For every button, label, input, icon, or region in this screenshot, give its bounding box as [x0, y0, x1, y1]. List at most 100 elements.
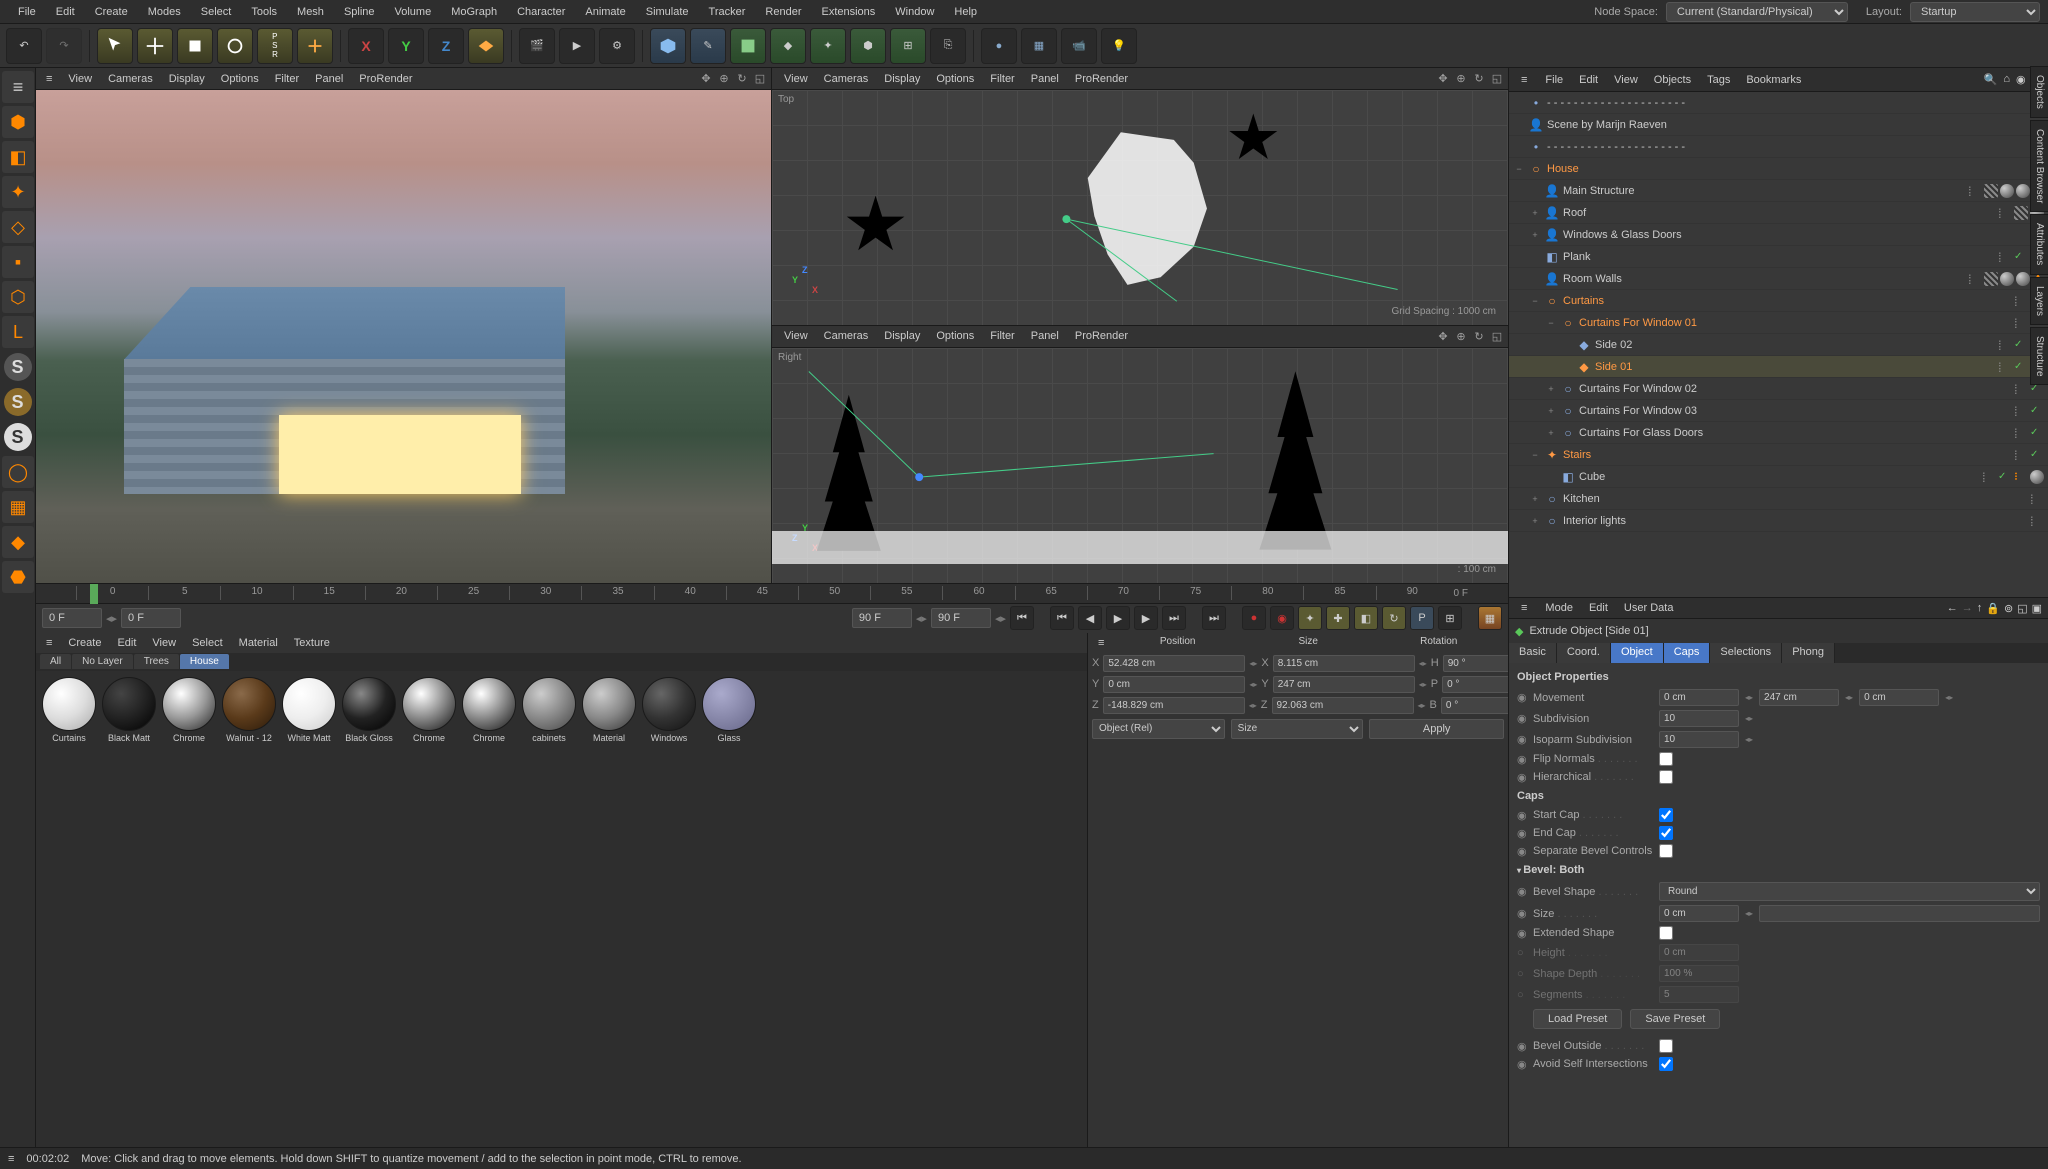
- sky-button[interactable]: 💡: [1101, 28, 1137, 64]
- obj-menu-file[interactable]: File: [1537, 71, 1571, 89]
- tree-row[interactable]: ◧Plank⁞: [1509, 246, 2048, 268]
- edge-mode-button[interactable]: ⬡: [2, 281, 34, 313]
- vp-menu-cameras[interactable]: Cameras: [816, 327, 877, 345]
- move-tool[interactable]: [137, 28, 173, 64]
- key-pla-button[interactable]: ⊞: [1438, 606, 1462, 630]
- vp-menu-display[interactable]: Display: [161, 70, 213, 88]
- menu-file[interactable]: File: [8, 2, 46, 22]
- mat-menu-select[interactable]: Select: [184, 635, 231, 651]
- side-tab-structure[interactable]: Structure: [2030, 327, 2048, 386]
- hamburger-icon[interactable]: ≡: [1515, 599, 1533, 617]
- menu-mograph[interactable]: MoGraph: [441, 2, 507, 22]
- obj-menu-bookmarks[interactable]: Bookmarks: [1738, 71, 1809, 89]
- snap-toggle-button[interactable]: ⬣: [2, 561, 34, 593]
- scale-tool[interactable]: [177, 28, 213, 64]
- node-space-select[interactable]: Current (Standard/Physical): [1666, 2, 1848, 22]
- tree-row[interactable]: ◧Cube⁞: [1509, 466, 2048, 488]
- mat-tab-trees[interactable]: Trees: [134, 654, 179, 669]
- tag-chk[interactable]: [2014, 206, 2028, 220]
- coord-space-select[interactable]: Object (Rel): [1092, 719, 1225, 739]
- tree-toggle[interactable]: −: [1529, 296, 1541, 306]
- hamburger-icon[interactable]: ≡: [8, 1153, 14, 1165]
- tag-chk[interactable]: [1984, 272, 1998, 286]
- timeline-ruler[interactable]: 051015202530354045505560657075808590 0 F: [36, 583, 1508, 603]
- vp-menu-view[interactable]: View: [776, 327, 816, 345]
- vp-maximize-icon[interactable]: ◱: [1490, 72, 1504, 86]
- render-view-button[interactable]: 🎬: [519, 28, 555, 64]
- tree-toggle[interactable]: −: [1545, 318, 1557, 328]
- obj-menu-view[interactable]: View: [1606, 71, 1646, 89]
- vp-menu-cameras[interactable]: Cameras: [100, 70, 161, 88]
- coord-size-Z[interactable]: [1272, 697, 1414, 714]
- tree-row[interactable]: 👤Room Walls⁞: [1509, 268, 2048, 290]
- menu-tracker[interactable]: Tracker: [699, 2, 756, 22]
- vp-menu-filter[interactable]: Filter: [267, 70, 307, 88]
- bevel-outside-checkbox[interactable]: [1659, 1039, 1673, 1053]
- tag-dot-green[interactable]: [2030, 426, 2044, 440]
- vp-menu-panel[interactable]: Panel: [1023, 327, 1067, 345]
- tree-row[interactable]: ◆Side 01⁞: [1509, 356, 2048, 378]
- tag-sphere[interactable]: [2016, 272, 2030, 286]
- key-rot-button[interactable]: ↻: [1382, 606, 1406, 630]
- spline-pen-button[interactable]: ✎: [690, 28, 726, 64]
- vp-maximize-icon[interactable]: ◱: [1490, 329, 1504, 343]
- tree-row[interactable]: +👤Roof⁞: [1509, 202, 2048, 224]
- goto-end-button[interactable]: ⏭: [1202, 606, 1226, 630]
- tree-toggle[interactable]: −: [1529, 450, 1541, 460]
- undo-button[interactable]: ↶: [6, 28, 42, 64]
- tree-toggle[interactable]: +: [1529, 230, 1541, 240]
- link-icon[interactable]: ⊚: [2004, 602, 2013, 615]
- frame-end2-input[interactable]: [931, 608, 991, 628]
- select-tool[interactable]: [97, 28, 133, 64]
- tree-row[interactable]: +👤Windows & Glass Doors⁞: [1509, 224, 2048, 246]
- axis-z-button[interactable]: Z: [428, 28, 464, 64]
- attr-menu-user-data[interactable]: User Data: [1616, 599, 1682, 617]
- instance-button[interactable]: ⎘: [930, 28, 966, 64]
- back-icon[interactable]: ←: [1947, 602, 1958, 614]
- menu-tools[interactable]: Tools: [241, 2, 287, 22]
- viewport-solo-button[interactable]: ▦: [2, 491, 34, 523]
- tag-vis[interactable]: ⁞: [1998, 206, 2012, 220]
- floor-button[interactable]: ▦: [1021, 28, 1057, 64]
- tag-vis[interactable]: ⁞: [1968, 184, 1982, 198]
- vp-rotate-icon[interactable]: ↻: [1472, 329, 1486, 343]
- vp-zoom-icon[interactable]: ⊕: [717, 72, 731, 86]
- tag-vis[interactable]: ⁞: [1998, 250, 2012, 264]
- menu-modes[interactable]: Modes: [138, 2, 191, 22]
- attr-tab-phong[interactable]: Phong: [1782, 643, 1835, 663]
- frame-end-input[interactable]: [852, 608, 912, 628]
- tag-vis[interactable]: ⁞: [1968, 272, 1982, 286]
- hamburger-icon[interactable]: ≡: [1515, 71, 1533, 89]
- tree-toggle[interactable]: +: [1545, 406, 1557, 416]
- section-bevel-both[interactable]: Bevel: Both: [1517, 860, 2040, 880]
- tag-dot-green[interactable]: [2030, 448, 2044, 462]
- tag-vis[interactable]: ⁞: [2014, 316, 2028, 330]
- movement-x-input[interactable]: [1659, 689, 1739, 706]
- hamburger-icon[interactable]: ≡: [2, 71, 34, 103]
- vp-menu-view[interactable]: View: [776, 70, 816, 88]
- key-scale-button[interactable]: ◧: [1354, 606, 1378, 630]
- mat-menu-create[interactable]: Create: [60, 635, 109, 651]
- timeline-dope-button[interactable]: ▦: [1478, 606, 1502, 630]
- rotate-tool[interactable]: [217, 28, 253, 64]
- menu-volume[interactable]: Volume: [385, 2, 442, 22]
- tree-row[interactable]: 👤Main Structure⁞: [1509, 180, 2048, 202]
- attr-tab-selections[interactable]: Selections: [1710, 643, 1782, 663]
- tree-row[interactable]: +○Curtains For Window 02⁞: [1509, 378, 2048, 400]
- tree-row[interactable]: −○Curtains For Window 01⁞: [1509, 312, 2048, 334]
- mat-menu-view[interactable]: View: [144, 635, 184, 651]
- tag-dot-green[interactable]: [1998, 470, 2012, 484]
- keyframe-sel-button[interactable]: ✦: [1298, 606, 1322, 630]
- vp-move-icon[interactable]: ✥: [1436, 329, 1450, 343]
- axis-y-button[interactable]: Y: [388, 28, 424, 64]
- material-item[interactable]: Chrome: [162, 677, 216, 1142]
- fwd-icon[interactable]: →: [1962, 602, 1973, 614]
- tag-vis[interactable]: ⁞: [2030, 514, 2044, 528]
- obj-menu-objects[interactable]: Objects: [1646, 71, 1699, 89]
- tree-row[interactable]: 👤Scene by Marijn Raeven⁞: [1509, 114, 2048, 136]
- coord-pos-Y[interactable]: [1103, 676, 1245, 693]
- vp-move-icon[interactable]: ✥: [699, 72, 713, 86]
- key-param-button[interactable]: P: [1410, 606, 1434, 630]
- menu-animate[interactable]: Animate: [575, 2, 635, 22]
- tree-row[interactable]: ◆Side 02⁞: [1509, 334, 2048, 356]
